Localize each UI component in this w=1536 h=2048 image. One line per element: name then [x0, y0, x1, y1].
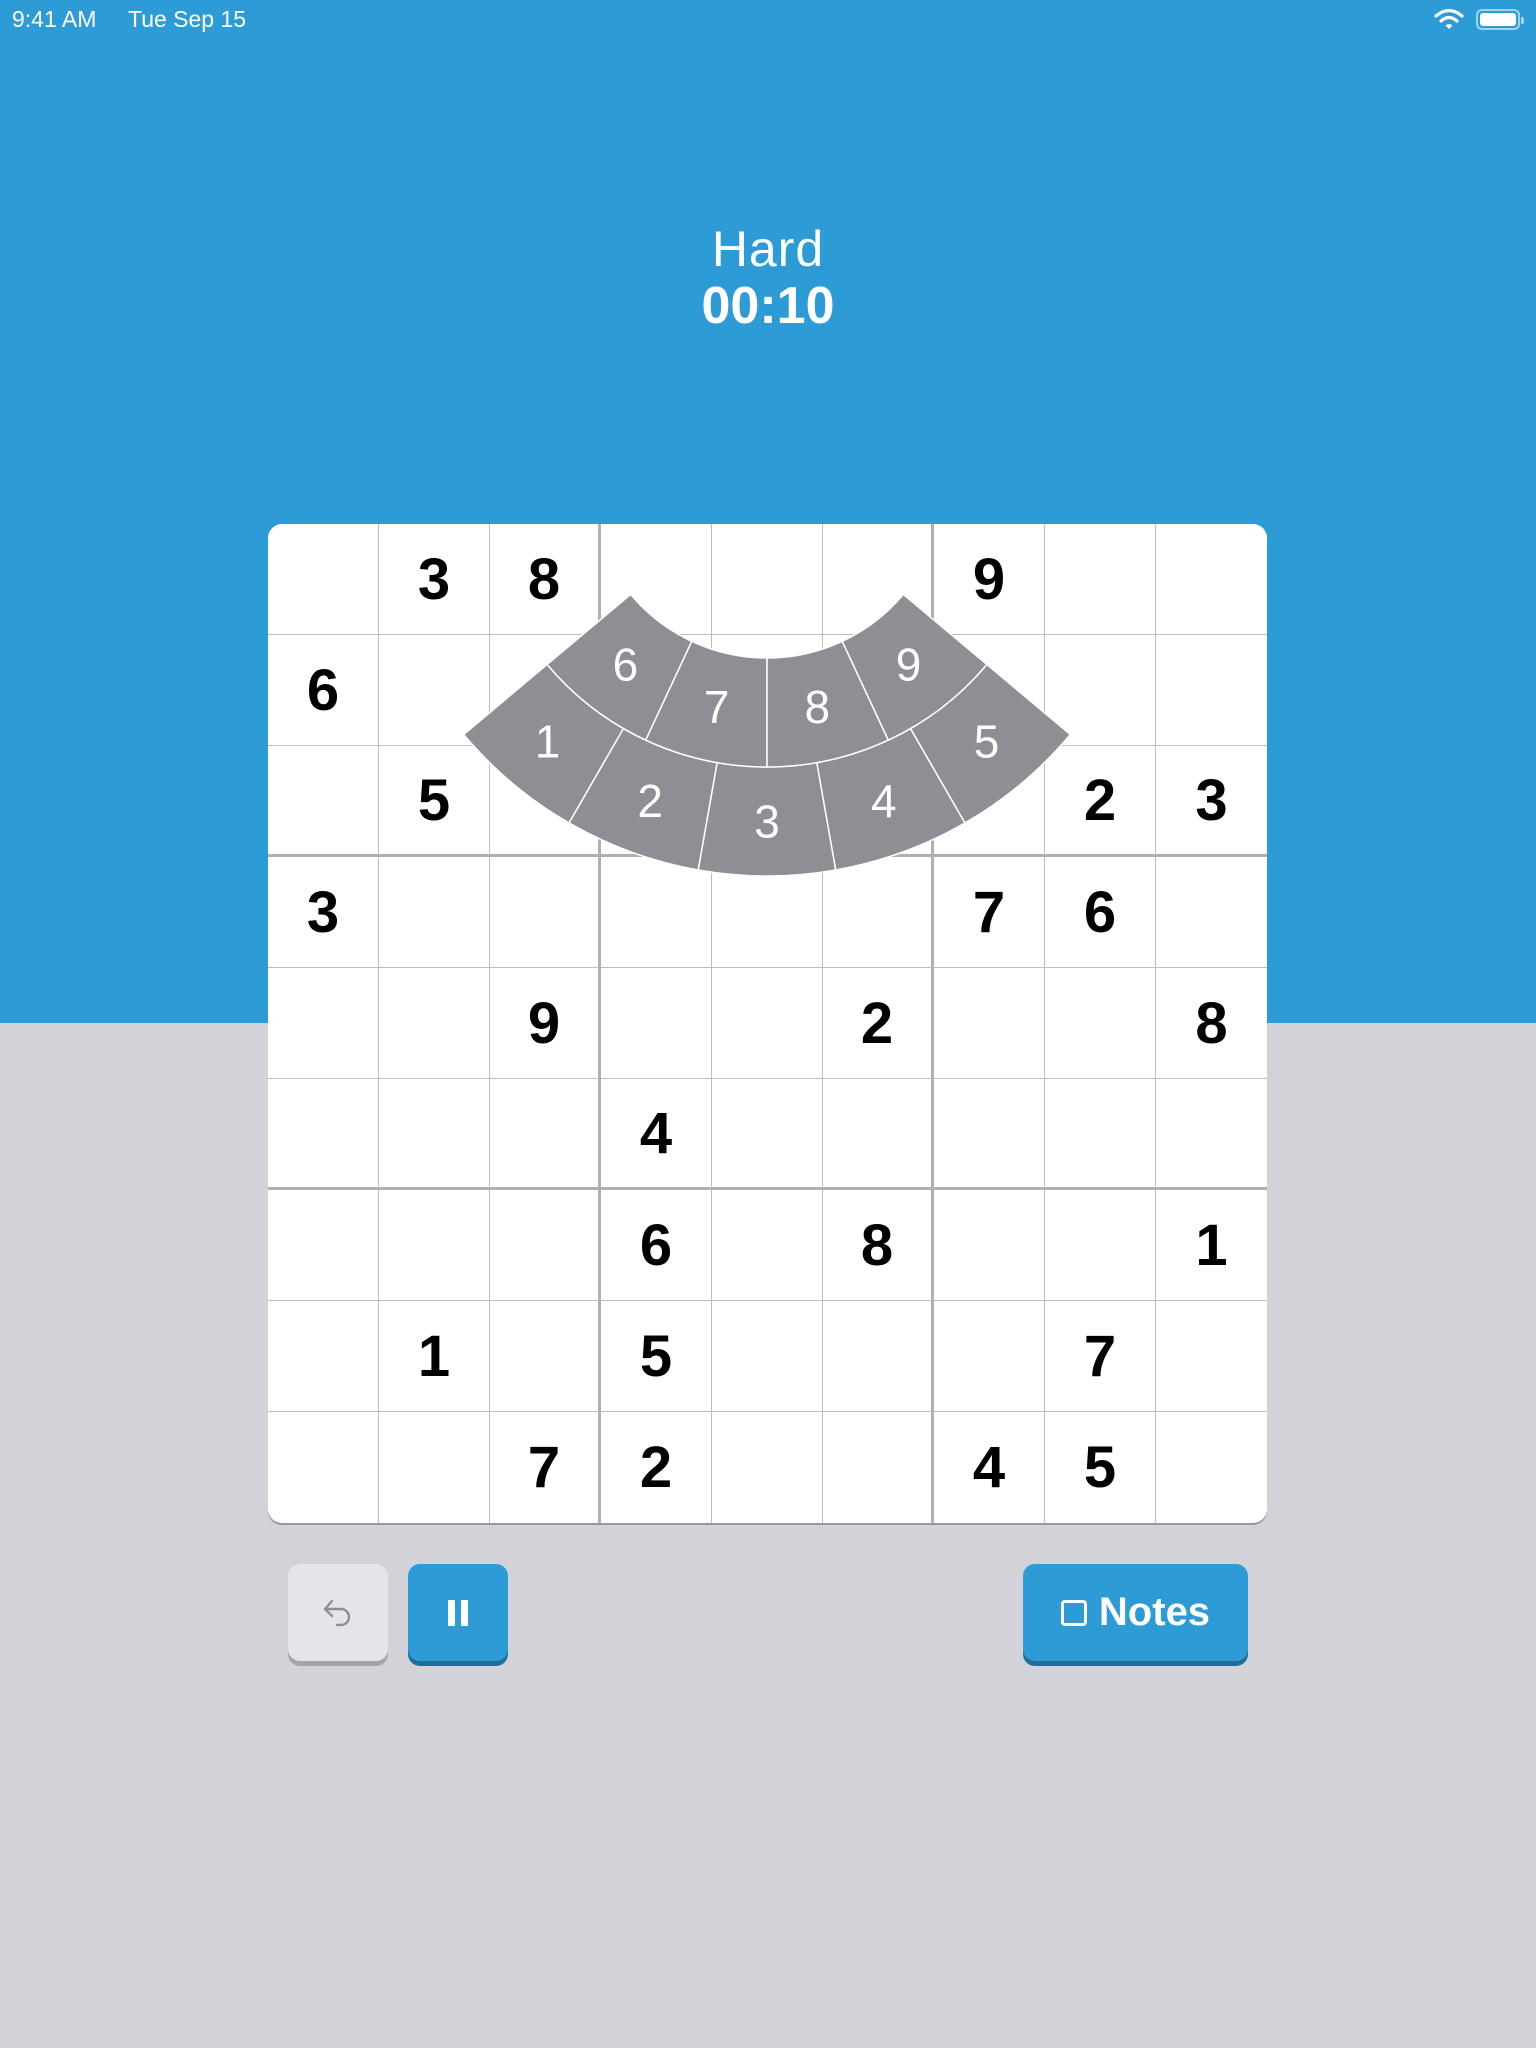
pause-icon [448, 1599, 468, 1626]
pause-button[interactable] [408, 1564, 508, 1661]
board-cell[interactable] [1045, 524, 1156, 635]
status-time: 9:41 AM [12, 6, 97, 32]
undo-button[interactable] [288, 1564, 388, 1661]
board-cell[interactable] [712, 1079, 823, 1190]
wifi-icon [1434, 8, 1464, 29]
board-cell[interactable] [823, 1301, 934, 1412]
board-cell[interactable] [1045, 968, 1156, 1079]
board-cell[interactable]: 4 [601, 1079, 712, 1190]
board-cell[interactable] [1156, 524, 1267, 635]
board-cell[interactable] [934, 1079, 1045, 1190]
undo-arrow-icon [323, 1599, 351, 1626]
board-cell[interactable] [268, 968, 379, 1079]
board-cell[interactable]: 6 [268, 635, 379, 746]
board-cell[interactable]: 2 [1045, 746, 1156, 857]
board-cell[interactable]: 6 [1045, 857, 1156, 968]
board-cell[interactable] [712, 1412, 823, 1523]
board-cell[interactable]: 9 [490, 968, 601, 1079]
board-cell[interactable]: 9 [934, 524, 1045, 635]
board-cell[interactable] [712, 1190, 823, 1301]
board-cell[interactable]: 7 [1045, 1301, 1156, 1412]
board-cell[interactable] [823, 1079, 934, 1190]
board-cell[interactable] [934, 1301, 1045, 1412]
board-cell[interactable] [712, 1301, 823, 1412]
board-cell[interactable]: 1 [1156, 1190, 1267, 1301]
difficulty-label: Hard [711, 221, 825, 277]
board-cell[interactable]: 3 [379, 524, 490, 635]
board-cell[interactable] [712, 524, 823, 635]
status-date: Tue Sep 15 [128, 6, 247, 32]
board-cell[interactable]: 3 [268, 857, 379, 968]
board-cell[interactable] [490, 1190, 601, 1301]
board-cell[interactable] [268, 746, 379, 857]
board-cell[interactable]: 3 [1156, 746, 1267, 857]
board-cell[interactable]: 8 [490, 524, 601, 635]
board-cell[interactable] [268, 1190, 379, 1301]
board-cell[interactable]: 5 [379, 746, 490, 857]
board-cell[interactable] [1156, 857, 1267, 968]
board-cell[interactable] [268, 1079, 379, 1190]
board-cell[interactable] [379, 968, 490, 1079]
notes-toggle-button[interactable]: Notes [1023, 1564, 1248, 1661]
picker-segment-3[interactable] [697, 761, 837, 877]
board-cell[interactable]: 2 [823, 968, 934, 1079]
notes-checkbox-icon [1060, 1599, 1087, 1626]
board-cell[interactable] [490, 1301, 601, 1412]
board-cell[interactable] [934, 968, 1045, 1079]
board-cell[interactable] [601, 968, 712, 1079]
board-cell[interactable]: 5 [1045, 1412, 1156, 1523]
board-cell[interactable]: 5 [601, 1301, 712, 1412]
game-timer: 00:10 [701, 277, 835, 335]
board-cell[interactable]: 7 [490, 1412, 601, 1523]
board-cell[interactable]: 7 [934, 857, 1045, 968]
board-cell[interactable]: 8 [1156, 968, 1267, 1079]
status-bar: 9:41 AM Tue Sep 15 [0, 0, 1536, 40]
board-cell[interactable] [934, 1190, 1045, 1301]
board-cell[interactable] [379, 1412, 490, 1523]
board-cell[interactable] [490, 1079, 601, 1190]
board-cell[interactable] [823, 857, 934, 968]
notes-label: Notes [1098, 1590, 1211, 1634]
board-cell[interactable]: 6 [601, 1190, 712, 1301]
board-cell[interactable] [379, 1190, 490, 1301]
board-cell[interactable]: 2 [601, 1412, 712, 1523]
board-cell[interactable] [823, 1412, 934, 1523]
board-cell[interactable] [268, 524, 379, 635]
board-cell[interactable]: 4 [934, 1412, 1045, 1523]
battery-icon [1476, 9, 1524, 30]
board-cell[interactable] [1045, 1079, 1156, 1190]
board-cell[interactable]: 1 [379, 1301, 490, 1412]
board-cell[interactable] [1156, 635, 1267, 746]
board-cell[interactable] [268, 1301, 379, 1412]
board-cell[interactable] [601, 857, 712, 968]
board-cell[interactable] [1045, 1190, 1156, 1301]
board-cell[interactable] [379, 1079, 490, 1190]
board-cell[interactable] [268, 1412, 379, 1523]
board-cell[interactable] [712, 968, 823, 1079]
board-cell[interactable] [1156, 1412, 1267, 1523]
board-cell[interactable] [490, 857, 601, 968]
board-cell[interactable] [379, 857, 490, 968]
board-cell[interactable]: 8 [823, 1190, 934, 1301]
board-cell[interactable] [1156, 1301, 1267, 1412]
board-cell[interactable] [1156, 1079, 1267, 1190]
